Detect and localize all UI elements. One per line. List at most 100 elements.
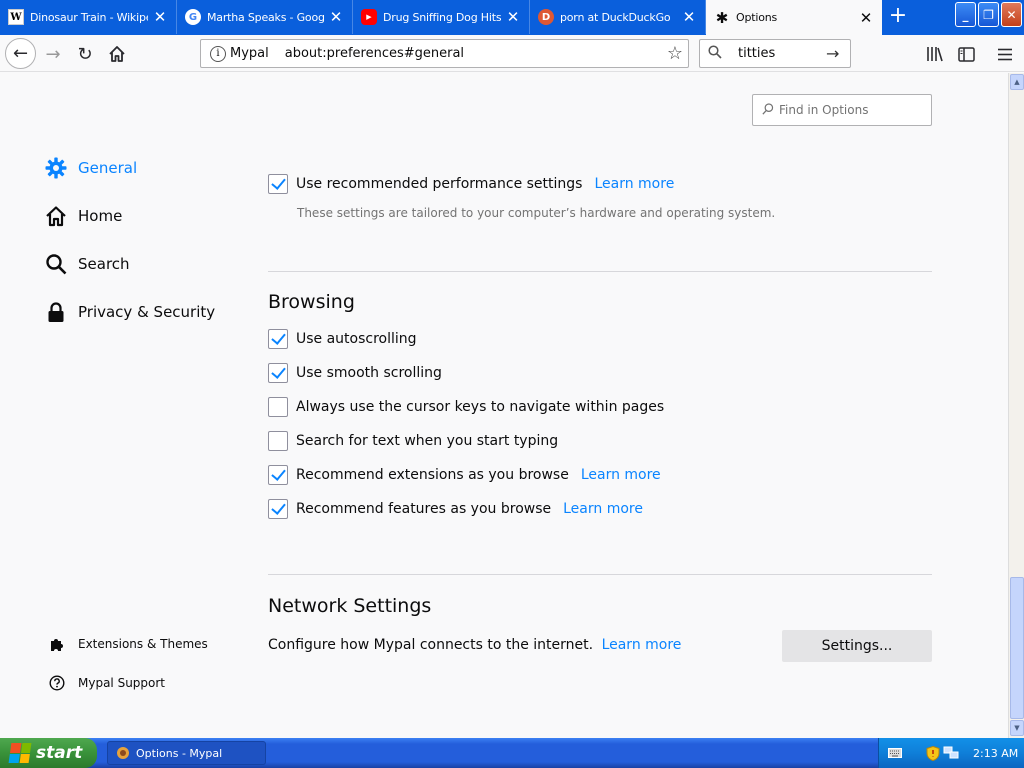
extensions-themes-link[interactable]: Extensions & Themes [48,635,208,653]
restore-button[interactable]: ❐ [978,2,999,27]
close-icon[interactable]: ✕ [858,9,874,27]
info-icon[interactable]: i [210,45,226,62]
recommend-features-label[interactable]: Recommend features as you browse [296,501,551,517]
tab-title: Martha Speaks - Google [207,10,324,24]
autoscrolling-label[interactable]: Use autoscrolling [296,331,417,347]
learn-more-link[interactable]: Learn more [563,501,643,517]
category-label: General [78,159,138,177]
sidebar-icon [957,46,975,62]
home-icon [109,46,125,62]
category-search[interactable]: Search [44,252,130,276]
mypal-support-link[interactable]: Mypal Support [48,674,165,692]
library-button[interactable] [924,43,946,65]
library-icon [927,47,943,62]
tab-dinosaur-train[interactable]: W Dinosaur Train - Wikipedi ✕ [0,0,177,34]
search-input[interactable]: titties [738,46,826,61]
windows-logo-icon [8,743,32,763]
new-tab-button[interactable]: + [885,5,911,29]
home-button[interactable] [102,39,132,69]
tab-drug-sniffing-dog[interactable]: ▶ Drug Sniffing Dog Hits 1 ✕ [353,0,530,34]
autoscrolling-checkbox[interactable] [268,329,288,349]
performance-description: These settings are tailored to your comp… [297,206,776,220]
preferences-page: Find in Options General Home Search Priv… [0,73,1008,738]
tab-title: Dinosaur Train - Wikipedi [30,10,148,24]
sidebar-toggle-button[interactable] [955,43,977,65]
section-divider [268,574,932,575]
category-label: Home [78,207,123,225]
url-bar[interactable]: i Mypal about:preferences#general ☆ [200,39,689,68]
lock-icon [44,300,68,324]
autoscrolling-option: Use autoscrolling [268,329,417,349]
smooth-scrolling-checkbox[interactable] [268,363,288,383]
network-settings-button[interactable]: Settings... [782,630,932,662]
wikipedia-icon: W [8,9,24,25]
navigation-toolbar: ← → ↻ i Mypal about:preferences#general … [0,35,1024,72]
tab-options[interactable]: ✱ Options ✕ [706,0,882,35]
reload-button[interactable]: ↻ [70,39,100,69]
category-privacy-security[interactable]: Privacy & Security [44,300,215,324]
category-general[interactable]: General [44,156,137,180]
browsing-heading: Browsing [268,291,355,313]
taskbar-item-label: Options - Mypal [136,746,223,760]
search-when-typing-label[interactable]: Search for text when you start typing [296,433,558,449]
extensions-themes-label: Extensions & Themes [78,637,208,651]
close-icon[interactable]: ✕ [505,8,521,26]
cursor-keys-option: Always use the cursor keys to navigate w… [268,397,664,417]
recommend-extensions-checkbox[interactable] [268,465,288,485]
bookmark-star-icon[interactable]: ☆ [662,43,688,64]
learn-more-link[interactable]: Learn more [602,637,682,653]
start-button[interactable]: start [0,738,97,768]
forward-button[interactable]: → [38,39,68,69]
close-icon[interactable]: ✕ [681,8,697,26]
search-bar[interactable]: titties → [699,39,851,68]
window-controls: _ ❐ ✕ [955,2,1022,27]
tab-martha-speaks[interactable]: G Martha Speaks - Google ✕ [177,0,353,34]
gear-icon: ✱ [715,8,729,27]
mypal-support-label: Mypal Support [78,676,166,690]
tab-duckduckgo[interactable]: D porn at DuckDuckGo ✕ [530,0,706,34]
puzzle-piece-icon [48,635,66,653]
minimize-button[interactable]: _ [955,2,976,27]
gear-icon [44,156,68,180]
scroll-down-arrow-icon[interactable]: ▼ [1010,720,1024,736]
vertical-scrollbar[interactable]: ▲ ▼ [1008,73,1024,738]
taskbar-item-mypal[interactable]: Options - Mypal [107,741,266,765]
recommended-performance-label[interactable]: Use recommended performance settings [296,176,582,192]
search-go-icon[interactable]: → [826,44,850,63]
recommend-extensions-option: Recommend extensions as you browse Learn… [268,465,661,485]
scroll-up-arrow-icon[interactable]: ▲ [1010,74,1024,90]
duckduckgo-icon: D [538,9,554,25]
url-text[interactable]: about:preferences#general [285,46,662,61]
security-shield-icon[interactable] [925,745,941,761]
category-home[interactable]: Home [44,204,122,228]
tab-title: porn at DuckDuckGo [560,10,671,24]
close-icon[interactable]: ✕ [328,8,344,26]
back-button[interactable]: ← [5,38,36,69]
recommended-performance-option: Use recommended performance settings Lea… [268,174,674,194]
cursor-keys-label[interactable]: Always use the cursor keys to navigate w… [296,399,664,415]
network-icon[interactable] [943,745,959,761]
cursor-keys-checkbox[interactable] [268,397,288,417]
menu-button[interactable] [994,43,1016,65]
recommend-features-checkbox[interactable] [268,499,288,519]
recommend-extensions-label[interactable]: Recommend extensions as you browse [296,467,569,483]
keyboard-icon[interactable] [887,745,903,761]
clock: 2:13 AM [973,746,1019,760]
scrollbar-thumb[interactable] [1010,577,1024,719]
tab-bar: W Dinosaur Train - Wikipedi ✕ G Martha S… [0,0,1024,35]
search-icon [708,44,722,63]
category-label: Privacy & Security [78,303,216,321]
section-divider [268,271,932,272]
network-settings-heading: Network Settings [268,595,432,617]
close-window-button[interactable]: ✕ [1001,2,1022,27]
recommended-performance-checkbox[interactable] [268,174,288,194]
smooth-scrolling-label[interactable]: Use smooth scrolling [296,365,442,381]
system-tray: 2:13 AM [878,738,1024,768]
network-description: Configure how Mypal connects to the inte… [268,637,594,653]
close-icon[interactable]: ✕ [152,8,168,26]
search-when-typing-checkbox[interactable] [268,431,288,451]
tab-title: Options [736,11,778,24]
learn-more-link[interactable]: Learn more [594,176,674,192]
learn-more-link[interactable]: Learn more [581,467,661,483]
find-in-options-input[interactable]: Find in Options [752,94,932,126]
